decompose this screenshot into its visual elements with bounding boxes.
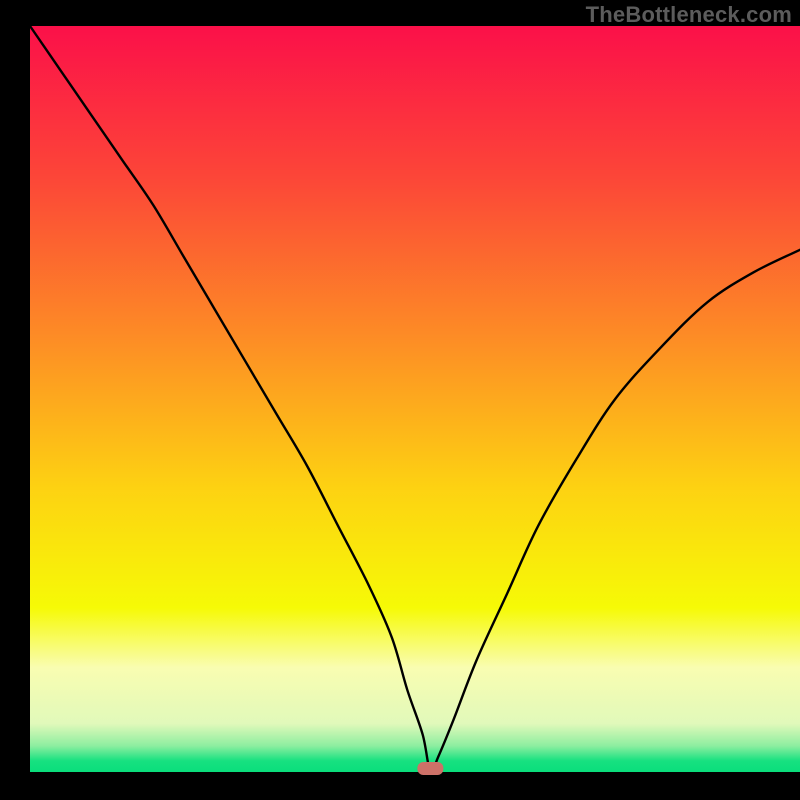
- minimum-marker: [417, 762, 443, 775]
- chart-stage: TheBottleneck.com: [0, 0, 800, 800]
- bottleneck-chart: [0, 0, 800, 800]
- plot-background: [30, 26, 800, 772]
- watermark-text: TheBottleneck.com: [586, 2, 792, 28]
